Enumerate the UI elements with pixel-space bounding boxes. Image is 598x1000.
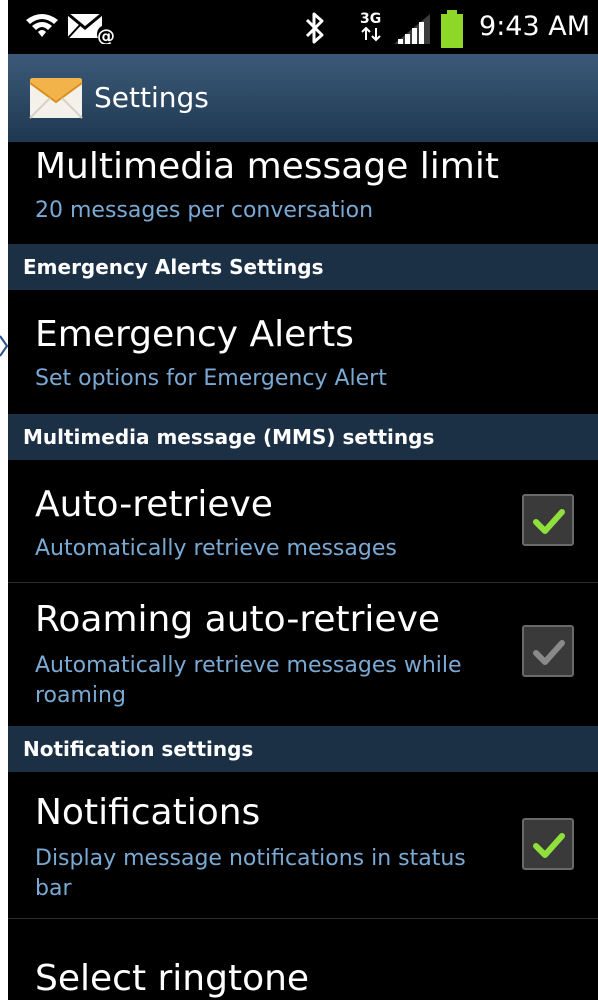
mms-limit-summary: 20 messages per conversation [35, 198, 374, 223]
auto-retrieve-title: Auto-retrieve [35, 484, 273, 525]
select-ringtone-item[interactable]: Select ringtone [8, 919, 598, 1000]
section-header-mms-label: Multimedia message (MMS) settings [23, 425, 435, 449]
envelope-icon [29, 78, 83, 119]
select-ringtone-title: Select ringtone [35, 958, 310, 999]
section-header-notification: Notification settings [8, 726, 598, 772]
checkmark-icon [533, 833, 565, 858]
checkmark-icon [533, 509, 565, 534]
section-header-emergency-label: Emergency Alerts Settings [23, 255, 324, 279]
notifications-title: Notifications [35, 792, 261, 833]
bluetooth-icon [305, 12, 324, 44]
auto-retrieve-summary: Automatically retrieve messages [35, 536, 397, 561]
page-title: Settings [94, 81, 209, 114]
svg-text:@: @ [97, 26, 115, 44]
mms-limit-title: Multimedia message limit [35, 146, 499, 187]
settings-list[interactable]: Multimedia message limit 20 messages per… [8, 142, 598, 1000]
auto-retrieve-item[interactable]: Auto-retrieve Automatically retrieve mes… [8, 460, 598, 582]
notifications-summary: Display message notifications in status … [35, 846, 466, 901]
roaming-auto-retrieve-summary: Automatically retrieve messages while ro… [35, 653, 462, 708]
roaming-auto-retrieve-item[interactable]: Roaming auto-retrieve Automatically retr… [8, 583, 598, 726]
mms-limit-item[interactable]: Multimedia message limit 20 messages per… [8, 142, 598, 244]
network-type-label: 3G [360, 11, 381, 27]
section-header-notification-label: Notification settings [23, 737, 254, 761]
side-pointer-arrow-icon [0, 335, 8, 357]
roaming-auto-retrieve-checkbox[interactable] [522, 625, 574, 677]
notifications-checkbox[interactable] [522, 818, 574, 870]
signal-strength-icon [394, 14, 430, 44]
section-header-mms: Multimedia message (MMS) settings [8, 414, 598, 460]
notifications-item[interactable]: Notifications Display message notificati… [8, 772, 598, 918]
roaming-auto-retrieve-title: Roaming auto-retrieve [35, 599, 441, 640]
emergency-alerts-summary: Set options for Emergency Alert [35, 366, 387, 391]
emergency-alerts-item[interactable]: Emergency Alerts Set options for Emergen… [8, 290, 598, 414]
checkmark-disabled-icon [533, 640, 565, 665]
section-header-emergency: Emergency Alerts Settings [8, 244, 598, 290]
battery-icon [441, 10, 463, 48]
emergency-alerts-title: Emergency Alerts [35, 314, 354, 355]
email-notification-icon: @ [67, 12, 115, 44]
auto-retrieve-checkbox[interactable] [522, 494, 574, 546]
phone-screen: @ 3G 9:43 AM Settings Multimedia message… [8, 0, 598, 1000]
wifi-icon [26, 14, 58, 37]
3g-data-icon: 3G [360, 11, 381, 42]
title-bar: Settings [8, 54, 598, 144]
clock-time: 9:43 AM [479, 11, 590, 42]
status-bar: @ 3G 9:43 AM [8, 0, 598, 54]
